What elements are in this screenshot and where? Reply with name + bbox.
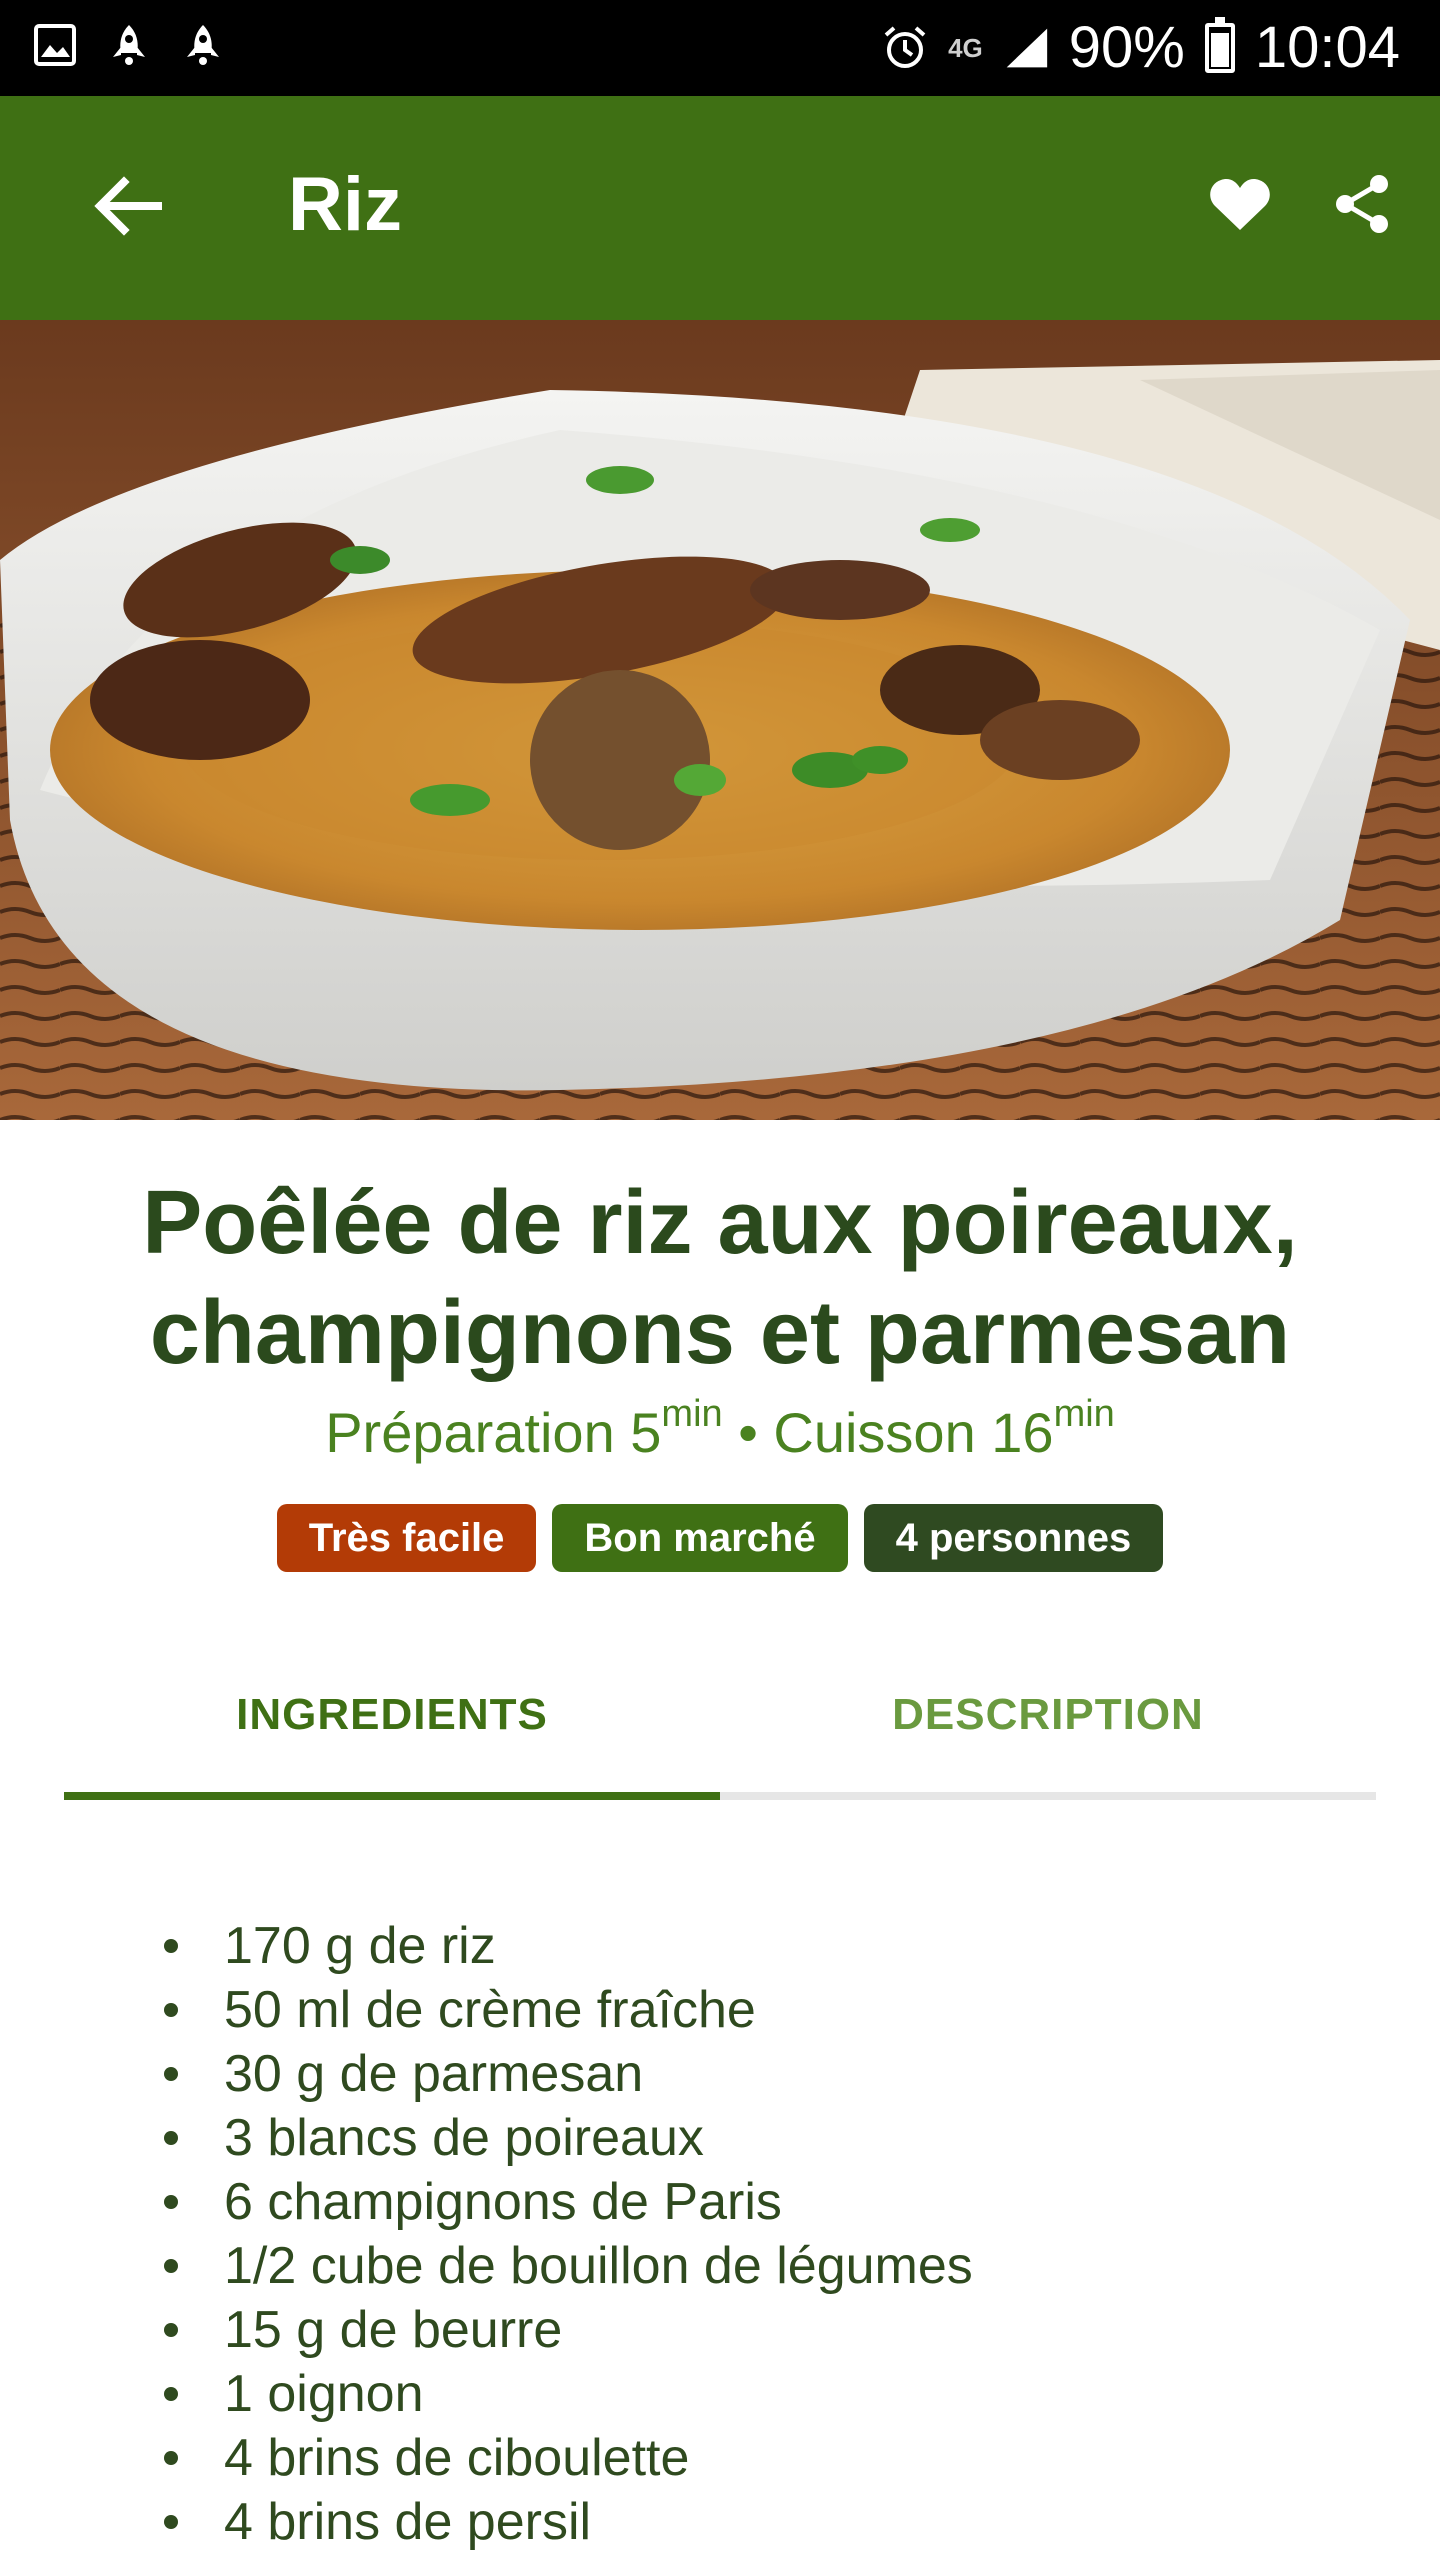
image-icon xyxy=(32,22,78,68)
ingredient-text: 30 g de parmesan xyxy=(224,2045,644,2103)
ingredient-item: 4 brins de ciboulette xyxy=(160,2426,1360,2490)
ingredient-text: 170 g de riz xyxy=(224,1917,496,1975)
status-bar: 4G 90% 10:04 xyxy=(0,0,1440,96)
ingredient-item: 1 oignon xyxy=(160,2362,1360,2426)
share-button[interactable] xyxy=(1312,154,1412,254)
bullet-icon xyxy=(164,2451,178,2465)
ingredient-text: 6 champignons de Paris xyxy=(224,2173,782,2231)
ingredient-item: 170 g de riz xyxy=(160,1914,1360,1978)
tab-description[interactable]: DESCRIPTION xyxy=(720,1640,1376,1790)
app-title: Riz xyxy=(288,162,402,247)
ingredient-text: 1/2 cube de bouillon de légumes xyxy=(224,2237,973,2295)
back-button[interactable] xyxy=(80,158,176,254)
prep-time: Préparation 5 xyxy=(325,1401,662,1464)
bullet-icon xyxy=(164,2067,178,2081)
tab-ingredients[interactable]: INGREDIENTS xyxy=(64,1640,720,1790)
bullet-icon xyxy=(164,2515,178,2529)
app-bar: Riz xyxy=(0,96,1440,320)
signal-icon xyxy=(1003,25,1049,71)
ingredient-item: 3 blancs de poireaux xyxy=(160,2106,1360,2170)
servings-badge: 4 personnes xyxy=(863,1504,1164,1572)
ingredient-item: 6 champignons de Paris xyxy=(160,2170,1360,2234)
difficulty-badge: Très facile xyxy=(276,1504,537,1572)
battery-percent: 90% xyxy=(1068,15,1185,80)
alarm-icon xyxy=(882,25,928,71)
recipe-times: Préparation 5min • Cuisson 16min xyxy=(0,1395,1440,1468)
rocket-icon xyxy=(180,22,226,68)
ingredient-text: 4 brins de ciboulette xyxy=(224,2429,690,2487)
ingredient-text: 3 blancs de poireaux xyxy=(224,2109,704,2167)
ingredient-text: 4 brins de persil xyxy=(224,2493,592,2551)
ingredient-text: 1 oignon xyxy=(224,2365,424,2423)
ingredient-item: 50 ml de crème fraîche xyxy=(160,1978,1360,2042)
tab-indicator xyxy=(64,1792,720,1800)
favorite-button[interactable] xyxy=(1190,154,1290,254)
time-separator: • xyxy=(722,1401,774,1464)
recipe-tabs: INGREDIENTS DESCRIPTION xyxy=(64,1640,1376,1800)
bullet-icon xyxy=(164,1939,178,1953)
bullet-icon xyxy=(164,2003,178,2017)
cost-badge: Bon marché xyxy=(552,1504,848,1572)
ingredient-text: 50 ml de crème fraîche xyxy=(224,1981,756,2039)
recipe-title: Poêlée de riz aux poireaux, champignons … xyxy=(80,1168,1360,1388)
bullet-icon xyxy=(164,2195,178,2209)
bullet-icon xyxy=(164,2259,178,2273)
ingredient-text: 15 g de beurre xyxy=(224,2301,563,2359)
heart-icon xyxy=(1210,178,1270,230)
clock: 10:04 xyxy=(1254,15,1400,80)
rocket-icon xyxy=(106,22,152,68)
recipe-photo xyxy=(0,320,1440,1120)
battery-icon xyxy=(1204,17,1235,73)
bullet-icon xyxy=(164,2387,178,2401)
cook-time-unit: min xyxy=(1053,1393,1115,1435)
bullet-icon xyxy=(164,2323,178,2337)
share-icon xyxy=(1336,175,1388,233)
network-type: 4G xyxy=(948,33,983,63)
recipe-badges: Très facile Bon marché 4 personnes xyxy=(0,1504,1440,1572)
bullet-icon xyxy=(164,2131,178,2145)
ingredient-item: 15 g de beurre xyxy=(160,2298,1360,2362)
cook-time: Cuisson 16 xyxy=(773,1401,1054,1464)
recipe-title-line2: champignons et parmesan xyxy=(149,1283,1291,1383)
ingredient-item: 30 g de parmesan xyxy=(160,2042,1360,2106)
ingredient-item: 1/2 cube de bouillon de légumes xyxy=(160,2234,1360,2298)
ingredient-item: 4 brins de persil xyxy=(160,2490,1360,2554)
arrow-left-icon xyxy=(94,176,162,236)
prep-time-unit: min xyxy=(661,1393,723,1435)
recipe-title-line1: Poêlée de riz aux poireaux, xyxy=(142,1173,1298,1273)
status-system: 4G 90% 10:04 xyxy=(882,14,1400,82)
ingredients-list: 170 g de riz 50 ml de crème fraîche 30 g d… xyxy=(160,1914,1360,2554)
status-notifications xyxy=(32,22,226,68)
